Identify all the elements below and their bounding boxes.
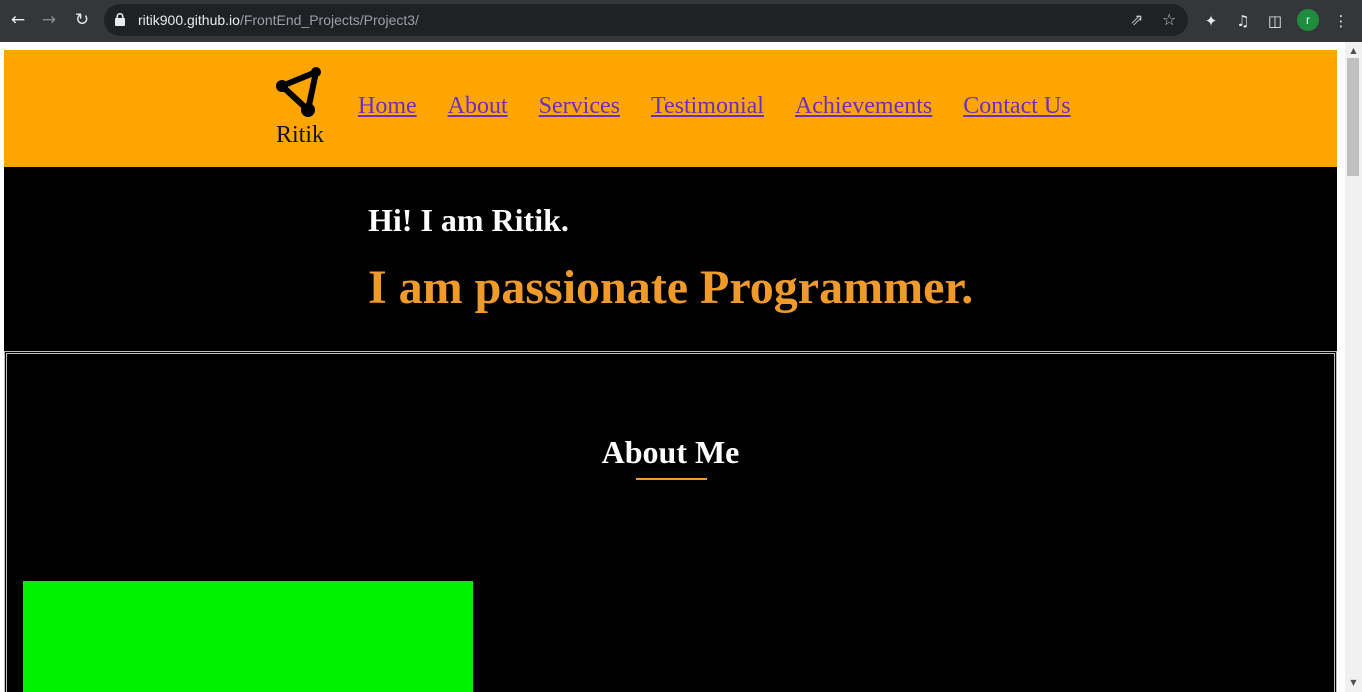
browser-toolbar: ← → ↻ ritik900.github.io/FrontEnd_Projec… [0, 0, 1362, 42]
menu-icon[interactable]: ⋮ [1329, 9, 1353, 33]
nav-link-contact[interactable]: Contact Us [963, 93, 1070, 119]
scrollbar-thumb[interactable] [1347, 58, 1359, 176]
reload-icon[interactable]: ↻ [70, 8, 94, 32]
share-icon[interactable]: ⇗ [1130, 4, 1143, 36]
profile-avatar[interactable]: r [1297, 9, 1319, 31]
scroll-down-arrow-icon[interactable]: ▼ [1345, 676, 1362, 690]
about-title-underline [636, 478, 707, 480]
web-page: Ritik Home About Services Testimonial Ac… [4, 50, 1337, 692]
site-header: Ritik Home About Services Testimonial Ac… [4, 50, 1337, 167]
hero-tagline: I am passionate Programmer. [368, 261, 974, 314]
logo-icon[interactable] [274, 66, 326, 122]
main-nav: Home About Services Testimonial Achievem… [358, 93, 1071, 120]
star-icon[interactable]: ☆ [1162, 4, 1176, 36]
back-icon[interactable]: ← [6, 8, 30, 32]
nav-link-about[interactable]: About [448, 93, 508, 119]
scroll-up-arrow-icon[interactable]: ▲ [1345, 44, 1362, 58]
nav-link-services[interactable]: Services [539, 93, 620, 119]
logo-text: Ritik [276, 122, 325, 148]
about-title: About Me [601, 434, 740, 470]
nav-link-home[interactable]: Home [358, 93, 417, 119]
url-text[interactable]: ritik900.github.io/FrontEnd_Projects/Pro… [138, 4, 419, 36]
lock-icon[interactable] [115, 13, 125, 26]
side-panel-icon[interactable]: ◫ [1263, 9, 1287, 33]
about-image-placeholder [23, 581, 473, 692]
nav-link-achievements[interactable]: Achievements [795, 93, 932, 119]
extensions-icon[interactable]: ✦ [1199, 9, 1223, 33]
url-path: /FrontEnd_Projects/Project3/ [239, 12, 419, 28]
address-bar[interactable]: ritik900.github.io/FrontEnd_Projects/Pro… [104, 4, 1188, 36]
hero-greeting: Hi! I am Ritik. [368, 202, 569, 238]
page-scrollbar[interactable]: ▲ ▼ [1345, 42, 1362, 692]
forward-icon[interactable]: → [37, 8, 61, 32]
about-section: About Me [4, 351, 1337, 692]
nav-link-testimonial[interactable]: Testimonial [651, 93, 764, 119]
url-host: ritik900.github.io [138, 12, 240, 28]
page-top-gap [0, 42, 1362, 50]
media-icon[interactable]: ♫ [1231, 9, 1255, 33]
